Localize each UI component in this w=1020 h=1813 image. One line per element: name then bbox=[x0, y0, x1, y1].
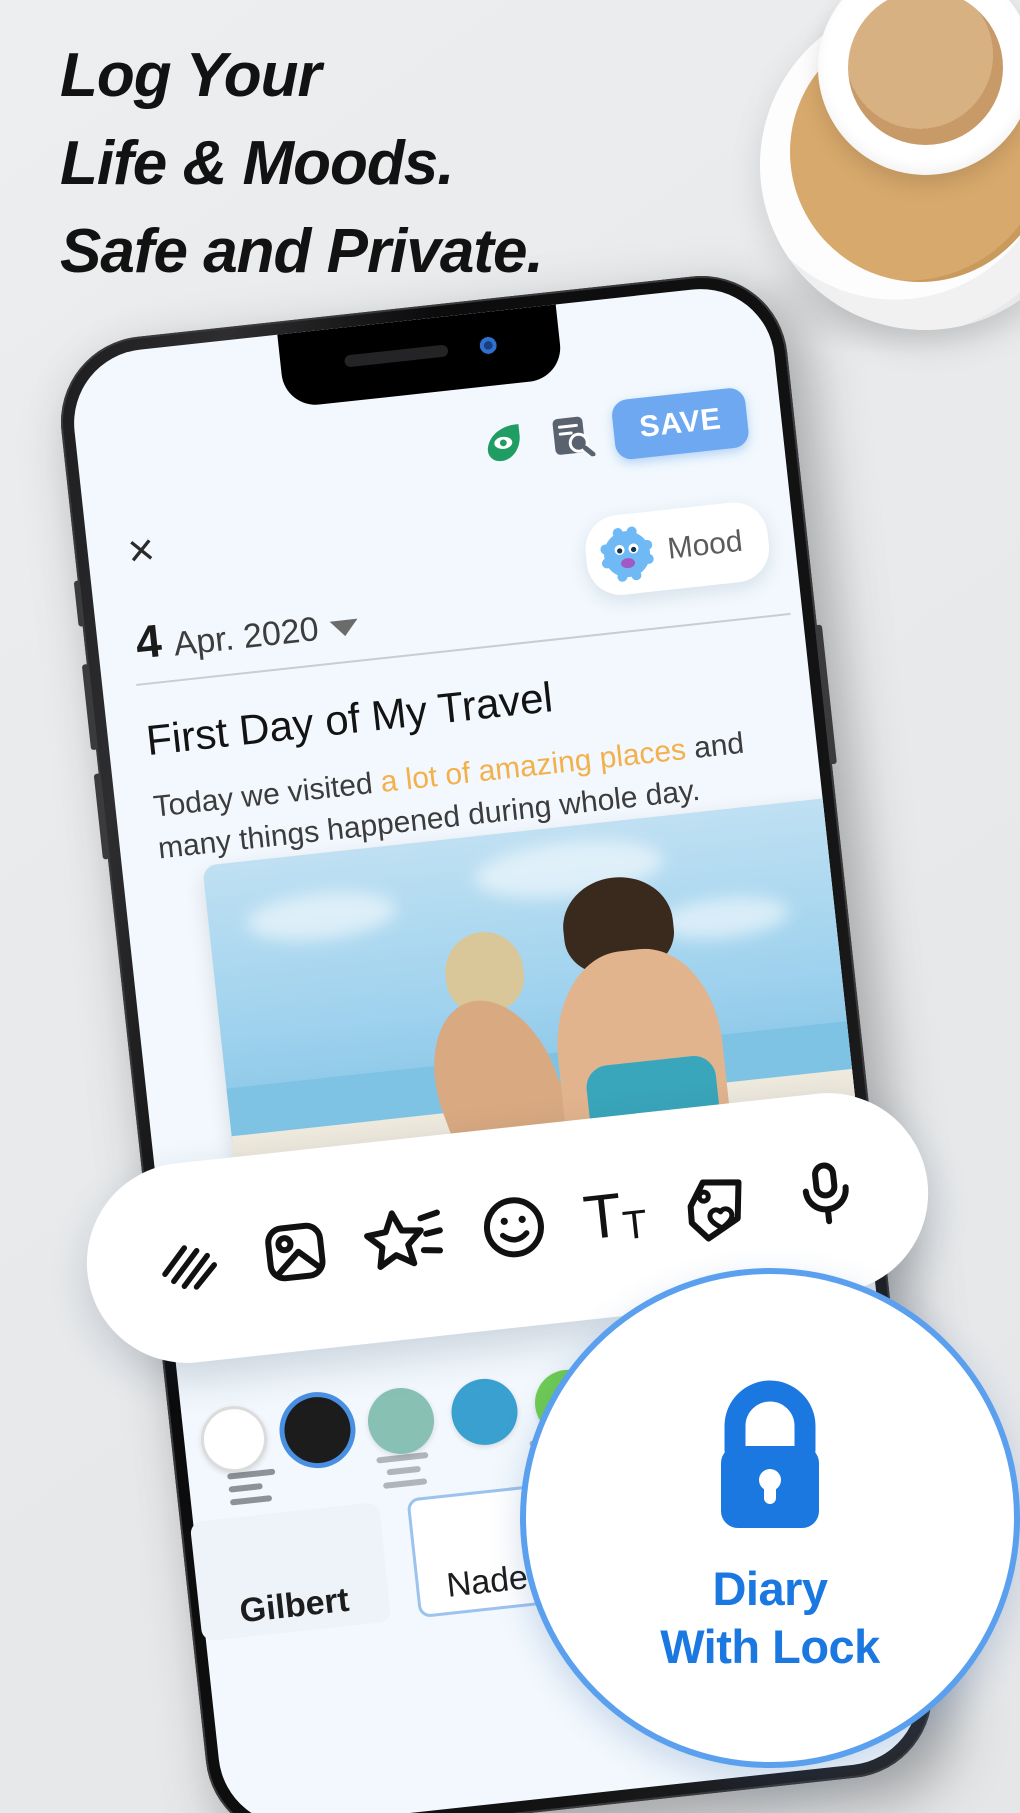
promo-stage: Log Your Life & Moods. Safe and Private. bbox=[0, 0, 1020, 1813]
front-camera-icon bbox=[477, 334, 499, 356]
close-icon[interactable]: × bbox=[125, 522, 157, 577]
page-title: Log Your Life & Moods. Safe and Private. bbox=[60, 32, 780, 296]
tag-heart-icon[interactable] bbox=[675, 1164, 761, 1246]
swatch-blue[interactable] bbox=[448, 1375, 521, 1449]
diary-with-lock-badge: Diary With Lock bbox=[520, 1268, 1020, 1768]
sticker-star-icon[interactable] bbox=[361, 1198, 449, 1280]
emoji-smiley-icon[interactable] bbox=[473, 1186, 555, 1268]
save-button[interactable]: SAVE bbox=[610, 386, 751, 461]
date-day: 4 bbox=[132, 614, 165, 669]
lock-icon bbox=[695, 1376, 845, 1560]
badge-line-2: With Lock bbox=[660, 1620, 880, 1673]
text-size-icon[interactable]: TT bbox=[580, 1181, 649, 1254]
mood-label: Mood bbox=[665, 524, 745, 566]
leaf-eye-icon[interactable] bbox=[474, 414, 531, 471]
headline-line-2: Life & Moods. bbox=[60, 129, 454, 198]
silent-switch[interactable] bbox=[73, 580, 85, 627]
template-card-gilbert[interactable]: Gilbert bbox=[189, 1501, 392, 1642]
volume-up-button[interactable] bbox=[81, 663, 99, 751]
swatch-black[interactable] bbox=[281, 1393, 354, 1467]
badge-text: Diary With Lock bbox=[660, 1560, 880, 1676]
mood-monster-icon bbox=[597, 524, 657, 584]
draw-lines-icon[interactable] bbox=[148, 1222, 230, 1304]
microphone-icon[interactable] bbox=[786, 1153, 868, 1235]
mood-selector[interactable]: Mood bbox=[581, 499, 773, 599]
chevron-down-icon[interactable] bbox=[329, 618, 360, 638]
note-search-icon[interactable] bbox=[546, 410, 597, 461]
headline-line-1: Log Your bbox=[60, 41, 322, 110]
date-month-year: Apr. 2020 bbox=[171, 610, 321, 664]
swatch-sage[interactable] bbox=[364, 1384, 438, 1458]
swatch-white[interactable] bbox=[197, 1402, 271, 1476]
image-icon[interactable] bbox=[254, 1210, 336, 1292]
earpiece-speaker bbox=[343, 344, 449, 368]
date-picker[interactable]: 4 Apr. 2020 bbox=[132, 596, 360, 669]
badge-line-1: Diary bbox=[712, 1562, 828, 1615]
volume-down-button[interactable] bbox=[93, 773, 110, 860]
